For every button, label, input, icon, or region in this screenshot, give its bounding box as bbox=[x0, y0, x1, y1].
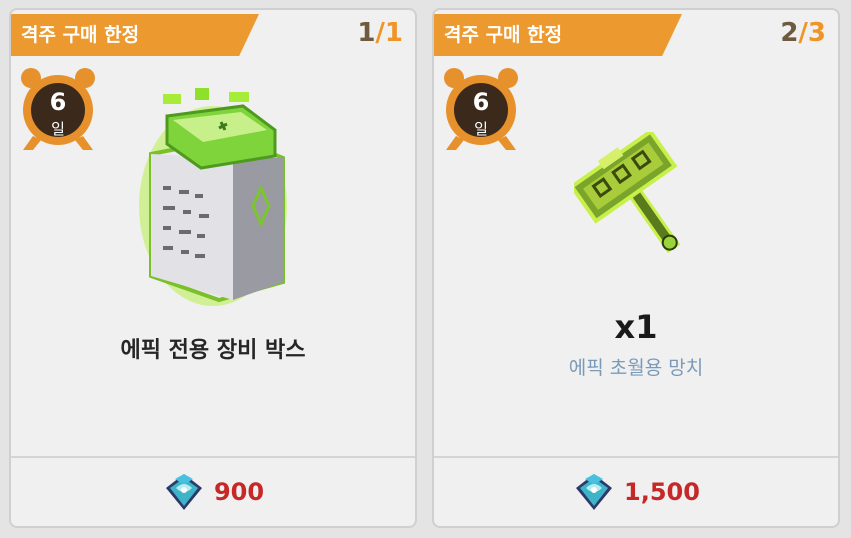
timer-unit: 일 bbox=[474, 120, 488, 138]
purchase-limit-ribbon: 격주 구매 한정 bbox=[11, 14, 259, 56]
item-name: 에픽 전용 장비 박스 bbox=[120, 338, 306, 363]
crystal-currency-icon bbox=[162, 468, 206, 516]
price-button[interactable]: 900 bbox=[11, 468, 415, 516]
hammer-icon bbox=[569, 128, 704, 262]
crystal-currency-icon bbox=[572, 468, 616, 516]
item-name: 에픽 초월용 망치 bbox=[568, 357, 704, 379]
purchase-limit-ribbon: 격주 구매 한정 bbox=[434, 14, 682, 56]
shop-item-card[interactable]: 격주 구매 한정 1/1 6 일 에픽 전용 장비 박스 900 bbox=[9, 8, 417, 528]
timer-value: 6 bbox=[472, 88, 490, 116]
equipment-box-icon bbox=[133, 86, 293, 308]
divider bbox=[434, 456, 838, 458]
alarm-clock-icon: 6 일 bbox=[19, 66, 97, 152]
shop-item-card[interactable]: 격주 구매 한정 2/3 6 일 x1 에픽 초월용 망치 1,500 bbox=[432, 8, 840, 528]
price-value: 900 bbox=[213, 478, 265, 506]
counter-limit: 1 bbox=[384, 18, 403, 48]
counter-separator: / bbox=[375, 18, 385, 48]
alarm-clock-icon: 6 일 bbox=[442, 66, 520, 152]
purchase-counter: 1/1 bbox=[357, 18, 403, 48]
item-quantity: x1 bbox=[614, 308, 658, 346]
price-value: 1,500 bbox=[624, 478, 700, 506]
divider bbox=[11, 456, 415, 458]
timer-unit: 일 bbox=[51, 120, 65, 138]
purchase-counter: 2/3 bbox=[780, 18, 826, 48]
price-button[interactable]: 1,500 bbox=[434, 468, 838, 516]
counter-separator: / bbox=[798, 18, 808, 48]
timer-value: 6 bbox=[49, 88, 67, 116]
counter-limit: 3 bbox=[807, 18, 826, 48]
counter-current: 2 bbox=[780, 18, 799, 48]
counter-current: 1 bbox=[357, 18, 376, 48]
